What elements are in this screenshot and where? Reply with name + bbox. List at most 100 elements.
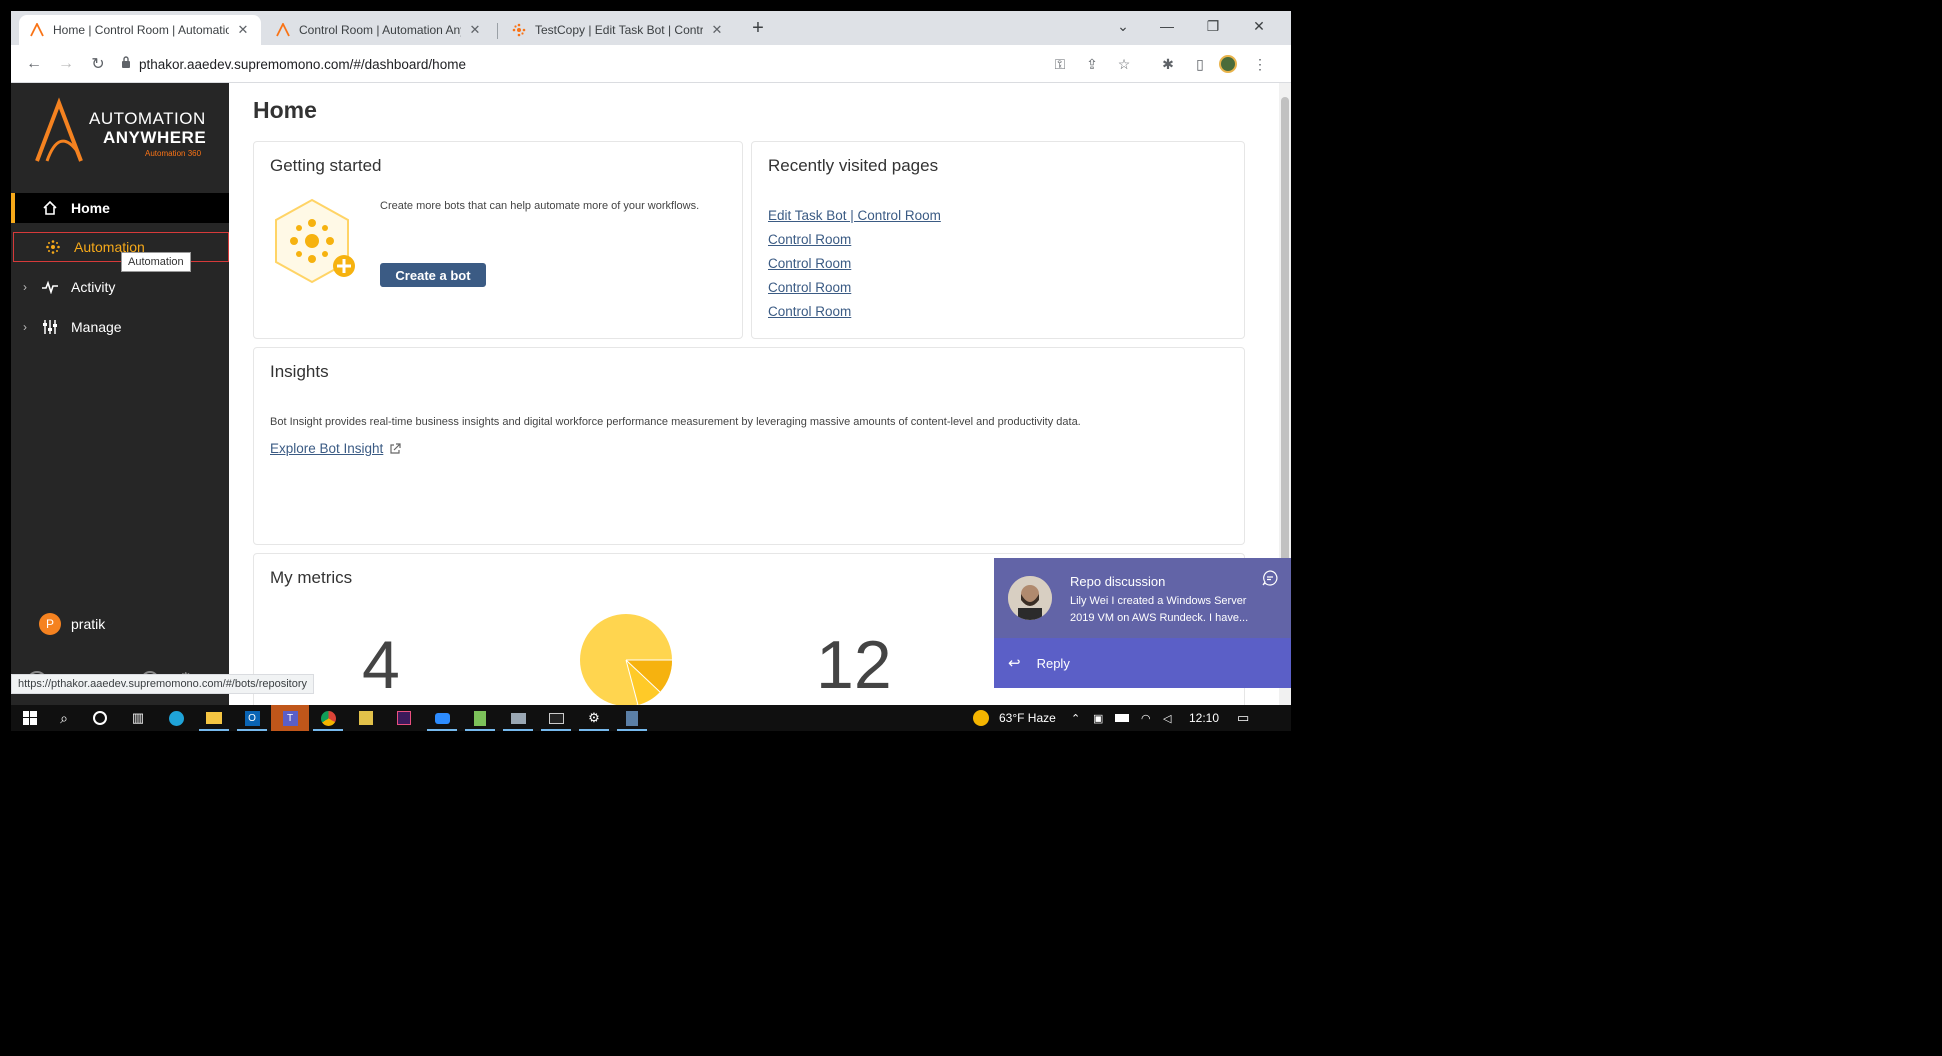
page-title: Home [253, 97, 317, 123]
card-title: My metrics [270, 568, 353, 587]
notification-body[interactable]: Repo discussion Lily Wei I created a Win… [994, 558, 1291, 638]
aa-logo-icon [35, 97, 83, 162]
sidebar-item-label: Home [71, 200, 110, 216]
brand-line1: AUTOMATION [89, 109, 206, 128]
notification-message: Lily Wei I created a Windows Server 2019… [1070, 595, 1249, 624]
manage-icon [39, 316, 61, 338]
metric-value: 12 [816, 627, 892, 703]
outlook-icon[interactable]: O [233, 705, 271, 731]
weather-widget[interactable]: 63°F Haze [973, 705, 1056, 731]
sidebar-item-home[interactable]: Home [11, 193, 229, 223]
forward-icon[interactable]: → [55, 53, 77, 75]
windows-taskbar: ⌕ ▥ O T ⚙ 63°F Haze ⌃ ▣ ◠ ◁ 12:10 ▭ [11, 705, 1291, 731]
reply-label: Reply [1036, 655, 1070, 671]
tab-home[interactable]: Home | Control Room | Automation Anywher… [19, 15, 261, 45]
restore-button[interactable]: ❐ [1191, 11, 1235, 41]
weather-text: 63°F Haze [999, 711, 1056, 725]
action-center-icon[interactable]: ▭ [1237, 705, 1249, 731]
sidebar-item-activity[interactable]: › Activity [11, 272, 229, 302]
zoom-icon[interactable] [423, 705, 461, 731]
tab-search-icon[interactable]: ⌄ [1101, 11, 1145, 41]
clock[interactable]: 12:10 [1189, 705, 1219, 731]
reload-icon[interactable]: ↻ [87, 53, 109, 75]
close-window-button[interactable]: ✕ [1237, 11, 1281, 41]
recent-link[interactable]: Edit Task Bot | Control Room [768, 208, 941, 223]
explore-bot-insight-link[interactable]: Explore Bot Insight [270, 441, 401, 456]
user-profile[interactable]: P pratik [39, 613, 105, 635]
create-bot-button[interactable]: Create a bot [380, 263, 486, 287]
new-tab-button[interactable]: + [746, 17, 770, 41]
recent-link[interactable]: Control Room [768, 232, 851, 247]
volume-icon[interactable]: ◁ [1163, 705, 1171, 731]
recent-link[interactable]: Control Room [768, 280, 851, 295]
getting-started-card: Getting started Create more bots that ca… [253, 141, 743, 339]
meet-now-icon[interactable]: ▣ [1093, 705, 1103, 731]
file-explorer-icon[interactable] [195, 705, 233, 731]
wifi-icon[interactable]: ◠ [1141, 705, 1151, 731]
windows-start-icon[interactable] [11, 705, 49, 731]
menu-icon[interactable]: ⋮ [1251, 55, 1269, 73]
notepad-icon[interactable] [461, 705, 499, 731]
automation-icon [42, 236, 64, 258]
chat-icon[interactable] [1262, 570, 1278, 586]
close-icon[interactable]: ✕ [709, 22, 725, 38]
tab-testcopy[interactable]: TestCopy | Edit Task Bot | Control Room … [501, 15, 735, 45]
tab-control-room[interactable]: Control Room | Automation Anywhere ✕ [265, 15, 493, 45]
aa-logo-icon [275, 22, 291, 38]
side-panel-icon[interactable]: ▯ [1191, 55, 1209, 73]
cortana-icon[interactable] [81, 705, 119, 731]
share-icon[interactable]: ⇪ [1083, 55, 1101, 73]
key-icon[interactable]: ⚿ [1051, 55, 1069, 73]
browser-window: Home | Control Room | Automation Anywher… [11, 11, 1291, 731]
reply-button[interactable]: ↩ Reply [994, 638, 1291, 688]
app-icon[interactable] [347, 705, 385, 731]
remote-desktop-icon[interactable] [499, 705, 537, 731]
close-icon[interactable]: ✕ [467, 22, 483, 38]
minimize-button[interactable]: — [1145, 11, 1189, 41]
address-bar[interactable]: pthakor.aaedev.supremomono.com/#/dashboa… [121, 49, 1121, 79]
reply-icon: ↩ [1008, 655, 1021, 672]
extensions-icon[interactable]: ✱ [1159, 55, 1177, 73]
sidebar: AUTOMATION ANYWHERE Automation 360 Home … [11, 83, 229, 705]
tab-title: Home | Control Room | Automation Anywher… [53, 23, 229, 37]
chrome-icon[interactable] [309, 705, 347, 731]
tab-strip: Home | Control Room | Automation Anywher… [11, 11, 1291, 45]
home-icon [39, 197, 61, 219]
brand-logo[interactable]: AUTOMATION ANYWHERE Automation 360 [33, 97, 223, 167]
url-text: pthakor.aaedev.supremomono.com/#/dashboa… [139, 56, 466, 72]
chevron-right-icon: › [23, 280, 27, 294]
haze-icon [973, 710, 989, 726]
insights-text: Bot Insight provides real-time business … [270, 416, 1081, 428]
edge-icon[interactable] [157, 705, 195, 731]
tooltip: Automation [121, 252, 191, 272]
terminal-icon[interactable] [537, 705, 575, 731]
search-icon[interactable]: ⌕ [45, 705, 83, 731]
battery-icon[interactable] [1115, 705, 1129, 731]
calculator-icon[interactable] [613, 705, 651, 731]
ide-icon[interactable] [385, 705, 423, 731]
back-icon[interactable]: ← [23, 53, 45, 75]
notification-title: Repo discussion [1070, 574, 1166, 589]
profile-avatar[interactable] [1219, 55, 1237, 73]
link-label: Explore Bot Insight [270, 441, 384, 456]
settings-app-icon[interactable]: ⚙ [575, 705, 613, 731]
lock-icon[interactable] [121, 55, 131, 73]
tab-separator [497, 23, 498, 39]
recent-link[interactable]: Control Room [768, 256, 851, 271]
task-view-icon[interactable]: ▥ [119, 705, 157, 731]
address-toolbar: ← → ↻ pthakor.aaedev.supremomono.com/#/d… [11, 45, 1291, 83]
brand-line2: ANYWHERE [103, 128, 207, 147]
external-link-icon [390, 442, 401, 454]
metrics-pie-chart [580, 614, 673, 705]
sidebar-item-manage[interactable]: › Manage [11, 312, 229, 342]
card-title: Insights [270, 362, 329, 381]
sender-avatar [1008, 576, 1052, 620]
teams-notification[interactable]: Repo discussion Lily Wei I created a Win… [994, 558, 1291, 688]
teams-icon[interactable]: T [271, 705, 309, 731]
recent-link[interactable]: Control Room [768, 304, 851, 319]
chevron-up-icon[interactable]: ⌃ [1071, 705, 1080, 731]
avatar: P [39, 613, 61, 635]
link-status-bar: https://pthakor.aaedev.supremomono.com/#… [11, 674, 315, 694]
star-icon[interactable]: ☆ [1115, 55, 1133, 73]
close-icon[interactable]: ✕ [235, 22, 251, 38]
